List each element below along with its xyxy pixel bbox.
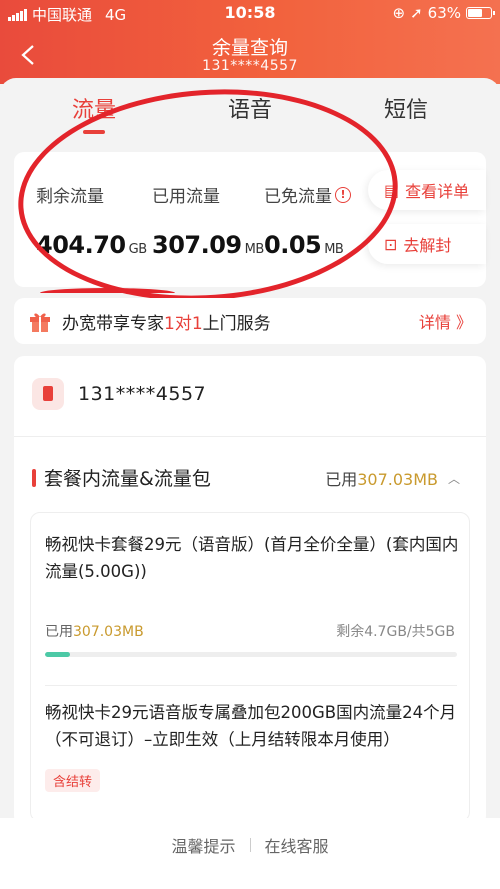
status-right: ⊕ ➚ 63% <box>392 4 495 22</box>
section-used-value: 307.03MB <box>357 470 438 489</box>
used-unit: MB <box>244 242 265 257</box>
location-icon: ➚ <box>410 4 423 22</box>
tab-data[interactable]: 流量 <box>34 92 154 124</box>
lock-rotation-icon: ⊕ <box>392 4 406 22</box>
promo-text-highlight: 1对1 <box>164 313 203 334</box>
used-label: 已用流量 <box>152 187 220 207</box>
status-bar: 中国联通 4G 10:58 ⊕ ➚ 63% <box>0 0 500 26</box>
package-remaining: 剩余4.7GB/共5GB <box>336 624 455 640</box>
promo-text-start: 办宽带享专家 <box>62 313 164 334</box>
package-progress-fill <box>45 652 70 657</box>
section-title-label: 套餐内流量&流量包 <box>44 468 211 490</box>
usage-summary-card: 剩余流量 404.70 GB 已用流量 307.09 MB 已免流量! 0.05 MB… <box>14 152 486 287</box>
footer-bar: 温馨提示 在线客服 <box>0 818 500 889</box>
package-progress-bar <box>45 652 457 657</box>
free-data: 已免流量! 0.05 MB <box>264 182 351 259</box>
unlock-icon: ⊡ <box>384 234 398 254</box>
battery-percent: 63% <box>427 4 461 22</box>
gift-icon <box>30 313 50 332</box>
used-value: 307.09 <box>152 231 242 259</box>
tab-active-indicator <box>83 130 105 134</box>
carryover-badge: 含结转 <box>45 769 101 792</box>
tab-voice[interactable]: 语音 <box>190 92 310 124</box>
section-used-toggle[interactable]: 已用307.03MB ︿ <box>325 466 460 490</box>
package-used: 已用307.03MB <box>45 621 144 641</box>
remaining-unit: GB <box>128 242 148 257</box>
package-detail-card: 131****4557 套餐内流量&流量包 已用307.03MB ︿ 畅视快卡套… <box>14 356 486 826</box>
package-used-label: 已用 <box>45 624 73 640</box>
document-icon: ▤ <box>384 180 400 200</box>
chevron-up-icon: ︿ <box>447 471 460 486</box>
tips-link[interactable]: 温馨提示 <box>171 833 235 857</box>
broadband-promo-banner[interactable]: 办宽带享专家1对1上门服务 详情 》 <box>14 298 486 344</box>
free-label: 已免流量 <box>264 187 332 207</box>
free-value: 0.05 <box>264 231 322 259</box>
section-used-label: 已用 <box>325 470 358 489</box>
unblock-button[interactable]: ⊡ 去解封 <box>368 224 486 264</box>
package-list: 畅视快卡套餐29元（语音版）(首月全价全量）(套内国内流量(5.00G)) 已用… <box>30 512 470 822</box>
view-detail-button[interactable]: ▤ 查看详单 <box>368 170 486 210</box>
promo-details-link[interactable]: 详情 》 <box>419 309 472 333</box>
page-title: 余量查询 <box>211 37 288 59</box>
package-divider <box>45 685 457 686</box>
battery-icon <box>466 7 495 19</box>
sim-card-icon <box>32 378 64 410</box>
info-icon[interactable]: ! <box>335 186 351 203</box>
free-unit: MB <box>324 242 344 257</box>
section-accent-bar <box>32 468 36 487</box>
app-header: 中国联通 4G 10:58 ⊕ ➚ 63% 余量查询 131****4557 <box>0 0 500 84</box>
divider <box>14 436 486 437</box>
package-name: 畅视快卡套餐29元（语音版）(首月全价全量）(套内国内流量(5.00G)) <box>45 535 459 581</box>
phone-number: 131****4557 <box>78 383 207 405</box>
section-title: 套餐内流量&流量包 <box>32 464 211 491</box>
footer-separator <box>249 837 251 852</box>
unblock-label: 去解封 <box>403 236 452 255</box>
view-detail-label: 查看详单 <box>405 182 470 201</box>
online-service-link[interactable]: 在线客服 <box>265 833 329 857</box>
used-data: 已用流量 307.09 MB <box>152 182 264 259</box>
tab-bar: 流量 语音 短信 <box>0 82 500 134</box>
remaining-label: 剩余流量 <box>36 187 104 207</box>
phone-row: 131****4557 <box>32 378 206 410</box>
page-subtitle-phone: 131****4557 <box>202 58 298 74</box>
package-used-value: 307.03MB <box>73 624 144 640</box>
promo-text-end: 上门服务 <box>202 313 271 334</box>
remaining-value: 404.70 <box>36 231 126 259</box>
addon-package-name: 畅视快卡29元语音版专属叠加包200GB国内流量24个月（不可退订）–立即生效（… <box>45 703 457 749</box>
tab-sms[interactable]: 短信 <box>346 92 466 124</box>
remaining-data: 剩余流量 404.70 GB <box>36 182 147 259</box>
